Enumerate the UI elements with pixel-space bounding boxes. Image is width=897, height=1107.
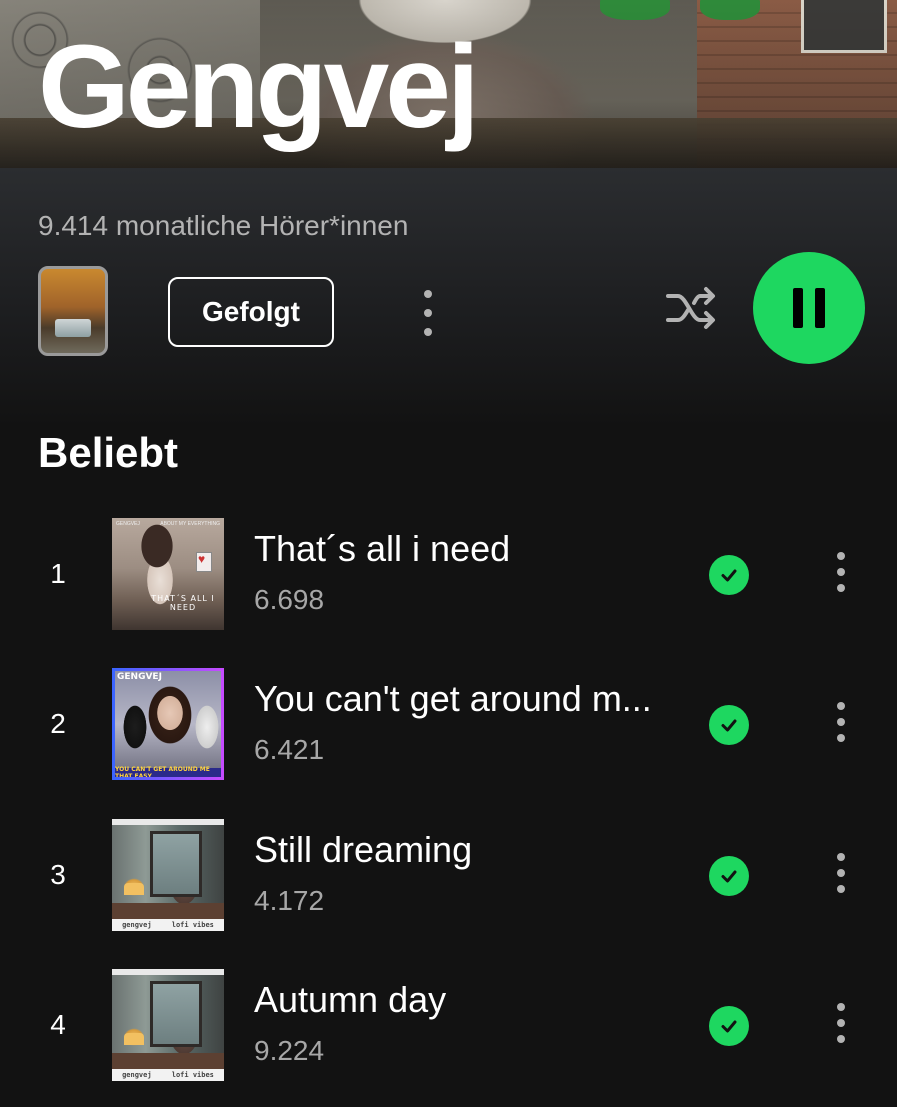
track-cover-art: gengvej lofi vibes xyxy=(112,969,224,1081)
track-number: 1 xyxy=(50,558,66,589)
follow-button[interactable]: Gefolgt xyxy=(168,277,334,347)
track-cover-art: GENGVEJ YOU CAN'T GET AROUND ME THAT EAS… xyxy=(112,668,224,780)
track-row[interactable]: 4 gengvej lofi vibes Autumn day 9.224 xyxy=(0,969,897,1083)
track-title: Autumn day xyxy=(254,979,447,1020)
track-number: 4 xyxy=(50,1009,66,1040)
saved-check-icon[interactable] xyxy=(709,1006,749,1046)
shuffle-icon[interactable] xyxy=(664,284,720,332)
saved-check-icon[interactable] xyxy=(709,555,749,595)
pause-icon xyxy=(793,288,803,328)
track-number: 2 xyxy=(50,708,66,739)
track-more-options-icon[interactable] xyxy=(835,552,847,592)
track-row[interactable]: 2 GENGVEJ YOU CAN'T GET AROUND ME THAT E… xyxy=(0,668,897,782)
section-title-popular: Beliebt xyxy=(38,429,179,476)
heart-poster-icon xyxy=(196,552,212,572)
track-title: You can't get around m... xyxy=(254,678,652,719)
track-cover-art: gengvej lofi vibes xyxy=(112,819,224,931)
more-options-icon[interactable] xyxy=(422,290,434,336)
track-number: 3 xyxy=(50,859,66,890)
track-title: Still dreaming xyxy=(254,829,473,870)
track-play-count: 4.172 xyxy=(254,885,325,916)
track-more-options-icon[interactable] xyxy=(835,853,847,893)
track-play-count: 9.224 xyxy=(254,1035,325,1066)
track-play-count: 6.421 xyxy=(254,734,325,765)
artist-hero-image: Gengvej xyxy=(0,0,897,168)
track-more-options-icon[interactable] xyxy=(835,1003,847,1043)
saved-check-icon[interactable] xyxy=(709,705,749,745)
saved-check-icon[interactable] xyxy=(709,856,749,896)
track-play-count: 6.698 xyxy=(254,584,325,615)
track-title: That´s all i need xyxy=(254,528,511,569)
track-row[interactable]: 3 gengvej lofi vibes Still dreaming 4.172 xyxy=(0,819,897,933)
track-more-options-icon[interactable] xyxy=(835,702,847,742)
pause-button[interactable] xyxy=(753,252,865,364)
monthly-listeners: 9.414 monatliche Hörer*innen xyxy=(38,210,409,241)
track-cover-art: GENGVEJABOUT MY EVERYTHING THAT´S ALL I … xyxy=(112,518,224,630)
artist-name: Gengvej xyxy=(38,21,480,153)
track-row[interactable]: 1 GENGVEJABOUT MY EVERYTHING THAT´S ALL … xyxy=(0,518,897,632)
artist-pick-thumbnail[interactable] xyxy=(38,266,108,356)
